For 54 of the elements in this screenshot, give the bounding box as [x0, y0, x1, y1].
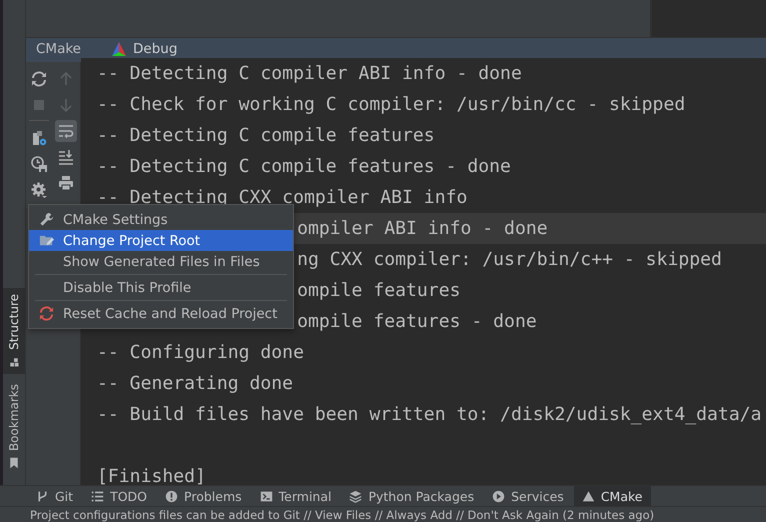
menu-item[interactable]: CMake Settings [29, 209, 293, 230]
console-line: -- Generating done [97, 373, 294, 394]
reload-icon [38, 306, 54, 321]
menu-item[interactable]: Reset Cache and Reload Project [29, 303, 293, 324]
tool-window-button[interactable]: TODO [83, 486, 156, 506]
console-line: -- Detecting C compile features [97, 125, 435, 146]
menu-item[interactable]: Change Project Root [29, 230, 293, 251]
layers-icon [349, 490, 362, 503]
console-line: ng CXX compiler: /usr/bin/c++ - skipped [297, 249, 722, 270]
console-line: ompile features - done [297, 311, 537, 332]
up-arrow-icon [58, 71, 74, 87]
cmake-logo-icon [111, 40, 127, 56]
status-message: Project configurations files can be added to Git // View Files // Always Add // Don't Ask Again (2 minutes ago) [30, 508, 654, 522]
side-tab[interactable]: Structure [3, 288, 25, 374]
console-line: -- Detecting CXX compiler ABI info [97, 187, 468, 208]
tool-window-button[interactable]: CMake [574, 486, 650, 506]
branch-icon [36, 490, 49, 503]
console-line: -- Detecting C compile features - done [97, 156, 511, 177]
soft-wrap-icon [58, 123, 74, 139]
terminal-icon [260, 490, 273, 503]
structure-icon [8, 356, 20, 368]
tool-window-button[interactable]: Python Packages [341, 486, 482, 506]
console-line: -- Configuring done [97, 342, 304, 363]
menu-item[interactable]: Show Generated Files in Files [29, 251, 293, 272]
console-line: -- Detecting C compiler ABI info - done [97, 63, 522, 84]
console-line: ompiler ABI info - done [297, 218, 548, 239]
toolbar-button[interactable] [28, 153, 50, 175]
gear-icon [31, 182, 47, 198]
console-line: ompile features [297, 280, 460, 301]
triangle-icon [582, 490, 595, 503]
stop-icon [31, 97, 47, 113]
tool-window-button[interactable]: Problems [157, 486, 250, 506]
refresh-icon [31, 71, 47, 87]
file-gear-icon [31, 130, 47, 146]
menu-item[interactable]: Disable This Profile [29, 277, 293, 298]
exclamation-circle-icon [165, 490, 178, 503]
tool-window-tab[interactable]: CMake [32, 38, 85, 62]
wrench-icon [38, 212, 54, 227]
tool-window-button[interactable]: Terminal [252, 486, 340, 506]
tool-window-button[interactable]: Git [28, 486, 82, 506]
side-tab[interactable]: Bookmarks [3, 378, 25, 475]
list-icon [91, 490, 104, 503]
bookmark-icon [8, 457, 20, 469]
scroll-to-end-icon [58, 149, 74, 165]
console-line: -- Check for working C compiler: /usr/bin/cc - skipped [97, 94, 686, 115]
toggle-button[interactable] [55, 120, 77, 142]
console-line: -- Build files have been written to: /disk2/udisk_ext4_data/a [97, 404, 762, 425]
console-line: [Finished] [97, 466, 206, 485]
play-circle-icon [492, 490, 506, 503]
clock-disk-icon [31, 156, 47, 172]
down-arrow-icon [58, 97, 74, 113]
printer-icon [58, 175, 74, 191]
tool-window-button[interactable]: Services [484, 486, 572, 506]
folder-pencil-icon [38, 233, 54, 248]
